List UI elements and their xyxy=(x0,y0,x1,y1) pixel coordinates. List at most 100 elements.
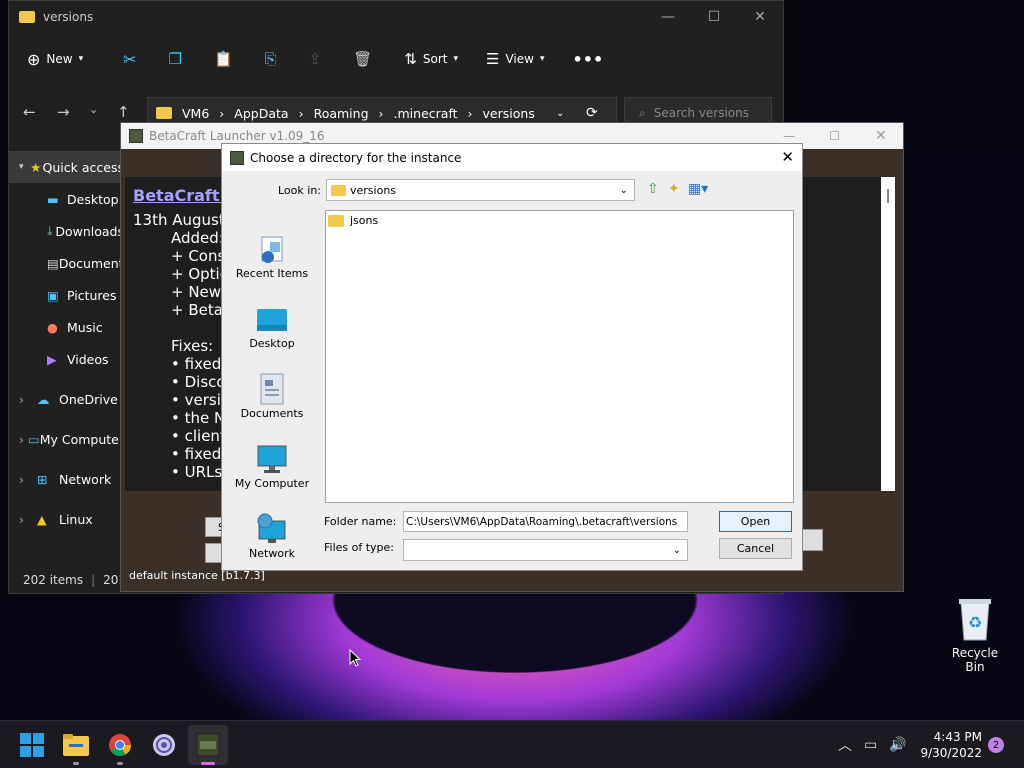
volume-icon[interactable]: 🔊 xyxy=(889,737,906,753)
system-tray: ︿ ▭ 🔊 xyxy=(838,721,907,768)
files-of-type-combo[interactable]: ⌄ xyxy=(403,539,688,561)
refresh-icon[interactable]: ⟳ xyxy=(586,105,598,121)
place-label: Network xyxy=(249,547,295,560)
nav-item-downloads[interactable]: ⤓ Downloads xyxy=(9,215,124,247)
cut-button[interactable]: ✂ xyxy=(111,41,148,77)
scrollbar-thumb[interactable] xyxy=(887,189,889,203)
copy-button[interactable]: ❐ xyxy=(157,41,194,77)
forward-arrow-icon[interactable]: → xyxy=(57,103,70,121)
network-icon xyxy=(257,513,286,543)
recycle-bin-shortcut[interactable]: ♻ Recycle Bin xyxy=(942,596,1008,674)
right-button[interactable] xyxy=(801,529,823,551)
maximize-button[interactable]: ☐ xyxy=(691,1,737,33)
cancel-button[interactable]: Cancel xyxy=(719,538,792,559)
address-dropdown-icon[interactable]: ⌄ xyxy=(556,108,564,119)
choose-directory-dialog: Choose a directory for the instance ✕ Lo… xyxy=(221,143,803,571)
nav-item-desktop[interactable]: ▬ Desktop xyxy=(9,183,124,215)
lookin-combo[interactable]: versions ⌄ xyxy=(326,179,635,201)
taskbar-betacraft[interactable] xyxy=(188,725,228,765)
place-desktop[interactable]: Desktop xyxy=(222,280,322,350)
explorer-title: versions xyxy=(43,10,94,24)
file-list[interactable]: jsons xyxy=(325,210,794,503)
betacraft-icon xyxy=(129,129,143,143)
more-options-button[interactable]: ••• xyxy=(561,41,616,77)
place-documents[interactable]: Documents xyxy=(222,350,322,420)
chevron-down-icon: ▾ xyxy=(19,162,24,172)
sort-button[interactable]: ⇅ Sort ▾ xyxy=(392,41,470,77)
nav-item-network[interactable]: › ⊞ Network xyxy=(9,463,124,495)
chevron-up-icon[interactable]: ︿ xyxy=(838,735,852,755)
nav-item-videos[interactable]: ▶ Videos xyxy=(9,343,124,375)
view-menu-icon[interactable]: ▦▾ xyxy=(688,181,708,197)
nav-label: My Computer xyxy=(39,431,124,447)
clock[interactable]: 4:43 PM 9/30/2022 xyxy=(920,729,982,761)
maximize-button[interactable]: ☐ xyxy=(829,129,840,143)
new-label: New xyxy=(46,52,73,66)
close-button[interactable]: ✕ xyxy=(875,128,887,144)
nav-label: Linux xyxy=(59,511,93,527)
nav-item-quick-access[interactable]: ▾ ★ Quick access xyxy=(9,151,124,183)
document-icon: ▤ xyxy=(47,255,59,271)
cloud-icon: ☁ xyxy=(37,391,50,407)
breadcrumb-minecraft[interactable]: .minecraft xyxy=(394,106,458,121)
running-indicator xyxy=(73,762,79,765)
view-button[interactable]: ☰ View ▾ xyxy=(474,41,556,77)
dialog-close-button[interactable]: ✕ xyxy=(781,148,794,166)
minimize-button[interactable]: — xyxy=(645,1,691,33)
place-network[interactable]: Network xyxy=(222,490,322,560)
delete-button[interactable]: 🗑 xyxy=(341,41,384,77)
nav-item-my-computer[interactable]: › ▭ My Computer xyxy=(9,423,124,455)
nav-item-music[interactable]: ● Music xyxy=(9,311,124,343)
folder-icon xyxy=(331,184,346,196)
breadcrumb-appdata[interactable]: AppData xyxy=(234,106,288,121)
desktop-icon xyxy=(257,309,287,331)
minimize-button[interactable]: — xyxy=(783,129,795,143)
paste-button[interactable]: 📋 xyxy=(202,41,245,77)
rename-button[interactable]: ⎘ xyxy=(253,41,289,77)
new-button[interactable]: ⊕ New ▾ xyxy=(9,41,95,77)
share-button[interactable]: ⇪ xyxy=(297,41,334,77)
nav-item-linux[interactable]: › ▲ Linux xyxy=(9,503,124,535)
nav-item-pictures[interactable]: ▣ Pictures xyxy=(9,279,124,311)
news-scrollbar[interactable] xyxy=(881,177,895,491)
file-name: jsons xyxy=(350,214,379,227)
chevron-right-icon: › xyxy=(19,511,24,527)
place-my-computer[interactable]: My Computer xyxy=(222,420,322,490)
item-count: 202 items xyxy=(23,573,84,587)
recent-locations-chevron-icon[interactable]: ⌄ xyxy=(89,103,98,116)
plus-icon: ⊕ xyxy=(27,49,41,69)
network-status-icon[interactable]: ▭ xyxy=(864,737,877,753)
torrent-icon xyxy=(153,734,175,756)
notification-badge[interactable]: 2 xyxy=(988,737,1004,753)
folder-name-input[interactable] xyxy=(403,511,688,532)
documents-icon xyxy=(260,373,284,405)
taskbar-chrome[interactable] xyxy=(100,725,140,765)
back-arrow-icon[interactable]: ← xyxy=(23,103,36,121)
nav-label: Documents xyxy=(58,255,124,271)
breadcrumb-roaming[interactable]: Roaming xyxy=(314,106,369,121)
recycle-bin-icon: ♻ xyxy=(959,599,991,641)
taskbar: ︿ ▭ 🔊 4:43 PM 9/30/2022 2 xyxy=(0,720,1024,768)
up-folder-icon[interactable]: ⇧ xyxy=(647,181,659,197)
start-button[interactable] xyxy=(12,725,52,765)
nav-label: Videos xyxy=(67,351,109,367)
chevron-down-icon: ▾ xyxy=(78,54,84,64)
chevron-down-icon: ⌄ xyxy=(619,184,628,196)
breadcrumb-vm6[interactable]: VM6 xyxy=(182,106,209,121)
taskbar-file-explorer[interactable] xyxy=(56,725,96,765)
file-explorer-icon xyxy=(63,734,89,756)
new-folder-icon[interactable]: ✦ xyxy=(668,181,680,197)
place-recent-items[interactable]: Recent Items xyxy=(222,210,322,280)
list-item[interactable]: jsons xyxy=(328,214,378,227)
close-button[interactable]: ✕ xyxy=(737,1,783,33)
share-icon: ⇪ xyxy=(308,50,322,68)
chevron-right-icon: › xyxy=(19,391,24,407)
nav-item-documents[interactable]: ▤ Documents xyxy=(9,247,124,279)
nav-item-onedrive[interactable]: › ☁ OneDrive xyxy=(9,383,124,415)
open-button[interactable]: Open xyxy=(719,511,792,532)
up-arrow-icon[interactable]: ↑ xyxy=(117,103,130,121)
download-icon: ⤓ xyxy=(47,223,53,238)
taskbar-torrent[interactable] xyxy=(144,725,184,765)
nav-label: Music xyxy=(67,319,103,335)
breadcrumb-versions[interactable]: versions xyxy=(483,106,535,121)
